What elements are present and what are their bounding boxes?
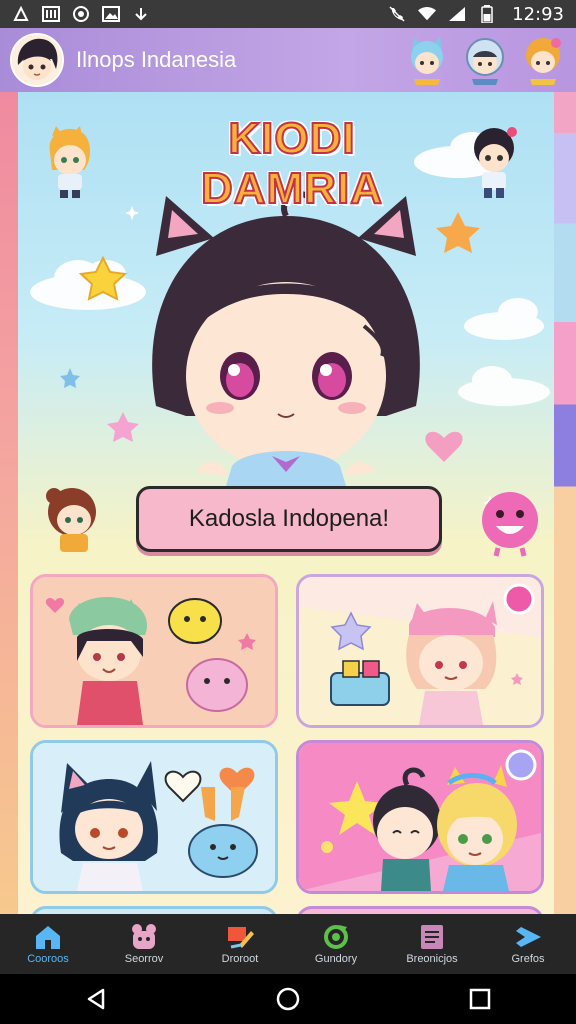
book-icon	[421, 925, 443, 949]
tile-illustration	[299, 743, 541, 891]
draw-icon	[228, 927, 254, 949]
side-character-left	[46, 488, 96, 552]
record-icon	[72, 5, 90, 23]
status-left-icons	[12, 5, 150, 23]
tile-row3-left[interactable]	[30, 906, 278, 914]
right-decor-stripe	[554, 92, 576, 914]
blue-cat-avatar-icon[interactable]	[404, 35, 450, 85]
nav-item-share[interactable]: Grefos	[483, 923, 573, 965]
tile-duo-characters[interactable]	[296, 740, 544, 894]
nav-item-character[interactable]: Seorrov	[99, 923, 189, 965]
nav-item-book[interactable]: Breonicjos	[387, 923, 477, 965]
home-icon	[36, 926, 60, 949]
nav-label: Grefos	[511, 953, 545, 965]
corner-character-topleft	[49, 126, 90, 198]
back-triangle-icon	[87, 988, 105, 1010]
status-bar: 12:93	[0, 0, 576, 28]
tile-cat-ear-girl[interactable]	[30, 740, 278, 894]
nav-item-home[interactable]: Cooroos	[3, 923, 93, 965]
bottom-navigation: Cooroos Seorrov Droroot Gundory Breonicj…	[0, 914, 576, 974]
nav-label: Gundory	[314, 953, 358, 965]
tile-illustration	[299, 577, 541, 725]
recents-button[interactable]	[460, 979, 500, 1019]
tile-green-hat-girl[interactable]	[30, 574, 278, 728]
header-characters	[404, 35, 566, 85]
mute-icon	[388, 5, 406, 23]
nav-item-draw[interactable]: Droroot	[195, 923, 285, 965]
wifi-icon	[418, 5, 437, 23]
blonde-avatar-icon[interactable]	[520, 35, 566, 85]
nav-label: Seorrov	[124, 953, 164, 965]
app-bar: Ilnops Indanesia	[0, 28, 576, 92]
corner-character-topright	[474, 127, 517, 198]
nav-label: Breonicjos	[406, 953, 458, 965]
nfc-icon	[12, 5, 30, 23]
profile-avatar[interactable]	[10, 33, 64, 87]
left-decor-stripe	[0, 92, 18, 914]
main-content[interactable]: KIODI DAMRIA Kadosla Indopena!	[18, 92, 554, 914]
image-icon	[102, 5, 120, 23]
app-title: Ilnops Indanesia	[76, 47, 237, 72]
tile-illustration	[33, 743, 275, 891]
tile-pink-hat-girl[interactable]	[296, 574, 544, 728]
hero-action-button[interactable]: Kadosla Indopena!	[136, 486, 442, 552]
battery-icon	[478, 5, 496, 23]
signal-icon	[448, 5, 466, 23]
back-button[interactable]	[76, 979, 116, 1019]
home-circle-icon	[276, 987, 300, 1011]
status-right-icons: 12:93	[388, 4, 564, 25]
recents-square-icon	[469, 988, 491, 1010]
share-icon	[516, 927, 541, 947]
home-button[interactable]	[268, 979, 308, 1019]
tile-row3-right[interactable]	[296, 906, 544, 914]
nav-label: Droroot	[221, 953, 259, 965]
pink-blob-creature	[482, 492, 538, 557]
character-icon	[132, 924, 156, 949]
photo-icon	[42, 5, 60, 23]
system-navigation-bar	[0, 974, 576, 1024]
nav-label: Cooroos	[27, 953, 69, 965]
nav-item-refresh[interactable]: Gundory	[291, 923, 381, 965]
refresh-icon	[324, 925, 348, 949]
hooded-avatar-icon[interactable]	[462, 35, 508, 85]
hero-title: KIODI DAMRIA	[200, 113, 383, 214]
hero-banner: KIODI DAMRIA Kadosla Indopena!	[18, 92, 554, 562]
download-icon	[132, 5, 150, 23]
main-character	[152, 191, 420, 486]
tile-illustration	[33, 577, 275, 725]
clock: 12:93	[512, 3, 564, 25]
